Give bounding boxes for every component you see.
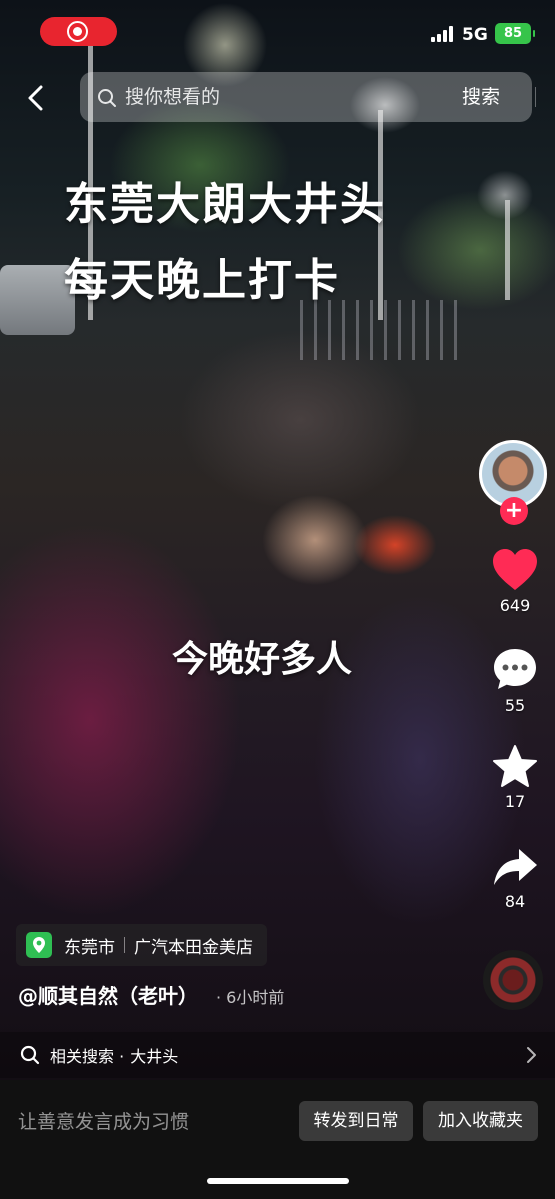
heart-icon: [493, 549, 537, 590]
search-icon: [98, 89, 116, 107]
share-count: 84: [504, 892, 526, 911]
post-time: · 6小时前: [216, 988, 285, 1007]
location-pin-icon: [26, 932, 52, 958]
favorite-button[interactable]: 17: [485, 744, 545, 811]
related-search-term: 大井头: [130, 1047, 179, 1066]
add-to-collection-button[interactable]: 加入收藏夹: [423, 1101, 538, 1141]
location-place: 广汽本田金美店: [134, 937, 253, 958]
record-icon: [67, 21, 88, 42]
follow-button[interactable]: +: [500, 497, 528, 525]
search-icon: [20, 1045, 40, 1065]
author-name[interactable]: @顺其自然（老叶）: [18, 980, 198, 1009]
repost-to-daily-button[interactable]: 转发到日常: [299, 1101, 413, 1141]
status-bar: 5G 85: [0, 0, 555, 64]
related-search-bar[interactable]: 相关搜索 · 大井头: [0, 1032, 555, 1078]
location-city: 东莞市: [64, 937, 115, 958]
comment-input[interactable]: [18, 1102, 278, 1142]
location-tag[interactable]: 东莞市 广汽本田金美店: [16, 924, 267, 966]
post-meta: @顺其自然（老叶） · 6小时前: [18, 980, 284, 1012]
music-disc[interactable]: [483, 950, 543, 1010]
like-count: 649: [499, 596, 531, 615]
back-button[interactable]: [18, 80, 54, 116]
location-divider: [124, 937, 125, 953]
network-type: 5G: [462, 25, 488, 45]
signal-icon: [431, 26, 457, 42]
comment-count: 55: [504, 696, 526, 715]
video-caption-title-line2: 每天晚上打卡: [64, 255, 340, 306]
star-icon: [493, 745, 537, 787]
street-pole: [505, 200, 510, 300]
comment-button[interactable]: 55: [485, 646, 545, 715]
share-button[interactable]: 84: [485, 846, 545, 911]
like-button[interactable]: 649: [485, 548, 545, 615]
comment-bar: 转发到日常 加入收藏夹: [0, 1080, 555, 1199]
chevron-left-icon: [28, 85, 43, 111]
background-fence: [300, 300, 460, 360]
search-divider: [535, 87, 536, 107]
video-player[interactable]: [0, 0, 555, 1080]
share-arrow-icon: [494, 849, 537, 885]
related-search-label: 相关搜索 ·: [50, 1047, 125, 1066]
favorite-count: 17: [504, 792, 526, 811]
battery-icon: 85: [495, 23, 535, 44]
chevron-right-icon: [527, 1047, 536, 1063]
video-caption-title-line1: 东莞大朗大井头: [64, 179, 386, 230]
video-caption-middle: 今晚好多人: [172, 639, 353, 680]
search-button[interactable]: 搜索: [462, 83, 500, 111]
comment-icon: [494, 649, 536, 689]
home-indicator[interactable]: [207, 1178, 349, 1184]
search-input[interactable]: [125, 72, 425, 122]
